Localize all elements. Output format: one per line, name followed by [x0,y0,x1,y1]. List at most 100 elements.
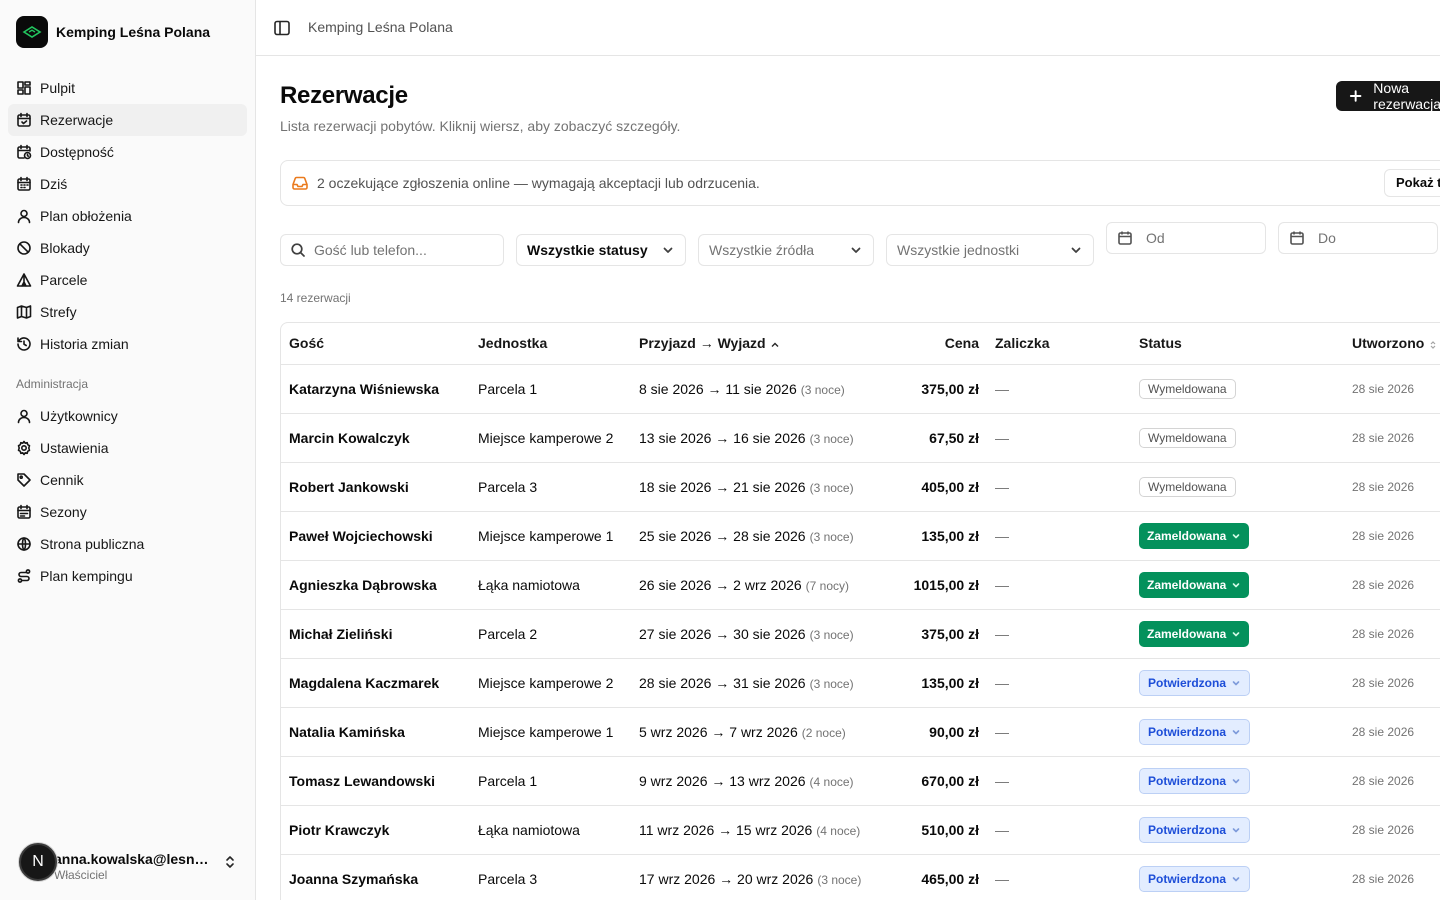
cell-guest: Paweł Wojciechowski [281,511,470,561]
table-row[interactable]: Marcin Kowalczyk Miejsce kamperowe 2 13 si… [281,413,1440,463]
table-row[interactable]: Joanna Szymańska Parcela 3 17 wrz 2026 → 2… [281,854,1440,900]
status-badge[interactable]: Potwierdzona [1139,865,1251,892]
breadcrumb[interactable]: Kemping Leśna Polana [308,19,453,35]
cell-created: 28 sie 2026 [1344,511,1440,561]
status-badge[interactable]: Potwierdzona [1139,767,1251,794]
sidebar-item-historia-zmian[interactable]: Historia zmian [8,328,247,360]
sidebar-item-plan-oblozenia[interactable]: Plan obłożenia [8,200,247,232]
sidebar-item-pulpit[interactable]: Pulpit [8,72,247,104]
ban-icon [17,241,31,255]
status-badge[interactable]: Zameldowana [1139,522,1250,549]
sidebar-item-dzis[interactable]: Dziś [8,168,247,200]
chevron-down-icon [1232,680,1240,685]
cell-guest: Natalia Kamińska [281,707,470,757]
column-created[interactable]: Utworzono [1344,323,1440,365]
nights-count: (7 nocy) [805,578,850,593]
new-reservation-button[interactable]: Nowa rezerwacja [1336,80,1440,112]
pending-requests-alert: 2 oczekujące zgłoszenia online — wymagaj… [280,160,1440,206]
column-unit[interactable]: Jednostka [470,323,631,365]
sidebar-item-blokady[interactable]: Blokady [8,232,247,264]
cell-deposit: — [987,609,1131,659]
brand[interactable]: Kemping Leśna Polana [16,16,210,48]
sidebar-item-strefy[interactable]: Strefy [8,296,247,328]
status-badge[interactable]: Zameldowana [1139,620,1250,647]
cell-status: Potwierdzona [1131,756,1344,806]
table-row[interactable]: Michał Zieliński Parcela 2 27 sie 2026 → 3… [281,609,1440,659]
cell-status: Potwierdzona [1131,707,1344,757]
status-label: Wymeldowana [1148,479,1227,494]
dates-range: 27 sie 2026 → 30 sie 2026 [639,625,806,642]
cell-price: 405,00 zł [888,462,987,512]
sidebar-item-sezony[interactable]: Sezony [8,496,247,528]
sidebar-item-label: Plan obłożenia [40,208,132,224]
sidebar-item-uzytkownicy[interactable]: Użytkownicy [8,400,247,432]
tent-icon [16,273,32,287]
status-badge[interactable]: Zameldowana [1139,571,1250,598]
show-pending-button[interactable]: Pokaż tylko [1384,169,1440,197]
table-row[interactable]: Natalia Kamińska Miejsce kamperowe 15 wrz… [281,707,1440,757]
chevron-down-icon [663,247,673,253]
chevron-down-icon [1232,827,1240,832]
date-from-field[interactable]: Od [1106,222,1266,254]
status-label: Potwierdzona [1148,675,1227,690]
column-deposit[interactable]: Zaliczka [987,323,1131,365]
nights-count: (3 noce) [800,382,845,397]
table-row[interactable]: Tomasz Lewandowski Parcela 19 wrz 2026 → … [281,756,1440,806]
cell-price: 90,00 zł [888,707,987,757]
dates-range: 18 sie 2026 → 21 sie 2026 [639,478,806,495]
table-row[interactable]: Agnieszka Dąbrowska Łąka namiotowa 26 sie … [281,560,1440,610]
cell-deposit: — [987,805,1131,855]
cell-unit: Parcela 3 [470,462,631,512]
route-icon [17,569,31,583]
users-icon [17,209,31,224]
sidebar-item-parcele[interactable]: Parcele [8,264,247,296]
dates-range: 5 wrz 2026 → 7 wrz 2026 [639,723,798,740]
sidebar-toggle-icon[interactable] [272,18,292,38]
table-row[interactable]: Magdalena Kaczmarek Miejsce kamperowe 2 28… [281,658,1440,708]
nights-count: (3 noce) [809,431,854,446]
status-badge[interactable]: Potwierdzona [1139,816,1251,843]
sidebar-item-ustawienia[interactable]: Ustawienia [8,432,247,464]
cell-dates: 13 sie 2026 → 16 sie 2026 (3 noce) [631,413,888,463]
reservations-table: Gość Jednostka Przyjazd → Wyjazd Cena Za… [280,322,1440,900]
table-row[interactable]: Robert Jankowski Parcela 3 18 sie 2026 → 2… [281,462,1440,512]
cell-unit: Parcela 1 [470,364,631,414]
avatar: N [19,843,57,881]
column-guest[interactable]: Gość [281,323,470,365]
unit-filter[interactable]: Wszystkie jednostki [886,234,1094,266]
source-filter[interactable]: Wszystkie źródła [698,234,874,266]
dashboard-icon [17,81,31,95]
sidebar-item-rezerwacje[interactable]: Rezerwacje [8,104,247,136]
column-dates[interactable]: Przyjazd → Wyjazd [631,323,888,365]
search-field[interactable] [280,234,504,266]
user-menu[interactable]: N anna.kowalska@lesnapolana.pl Właścicie… [8,838,247,886]
column-price[interactable]: Cena [888,323,987,365]
status-badge[interactable]: Potwierdzona [1139,669,1251,696]
table-row[interactable]: Piotr Krawczyk Łąka namiotowa 11 wrz 2026 … [281,805,1440,855]
cell-status: Wymeldowana [1131,413,1344,463]
cell-created: 28 sie 2026 [1344,364,1440,414]
date-to-field[interactable]: Do [1278,222,1438,254]
cell-status: Zameldowana [1131,609,1344,659]
cell-price: 670,00 zł [888,756,987,806]
search-input[interactable] [314,242,494,258]
cell-price: 375,00 zł [888,609,987,659]
sidebar-item-cennik[interactable]: Cennik [8,464,247,496]
table-row[interactable]: Paweł Wojciechowski Miejsce kamperowe 1 25… [281,511,1440,561]
sidebar-item-strona-publiczna[interactable]: Strona publiczna [8,528,247,560]
cell-dates: 5 wrz 2026 → 7 wrz 2026 (2 noce) [631,707,888,757]
status-label: Wymeldowana [1148,381,1227,396]
table-row[interactable]: Katarzyna Wiśniewska Parcela 18 sie 2026 … [281,364,1440,414]
sidebar-item-plan-kempingu[interactable]: Plan kempingu [8,560,247,592]
sidebar-item-dostepnosc[interactable]: Dostępność [8,136,247,168]
status-filter[interactable]: Wszystkie statusy [516,234,686,266]
status-label: Potwierdzona [1148,724,1227,739]
map-icon [16,305,32,319]
cell-created: 28 sie 2026 [1344,560,1440,610]
status-badge[interactable]: Potwierdzona [1139,718,1251,745]
column-status[interactable]: Status [1131,323,1344,365]
chevron-down-icon [1232,778,1240,783]
cell-status: Wymeldowana [1131,462,1344,512]
cell-unit: Parcela 1 [470,756,631,806]
cell-created: 28 sie 2026 [1344,756,1440,806]
